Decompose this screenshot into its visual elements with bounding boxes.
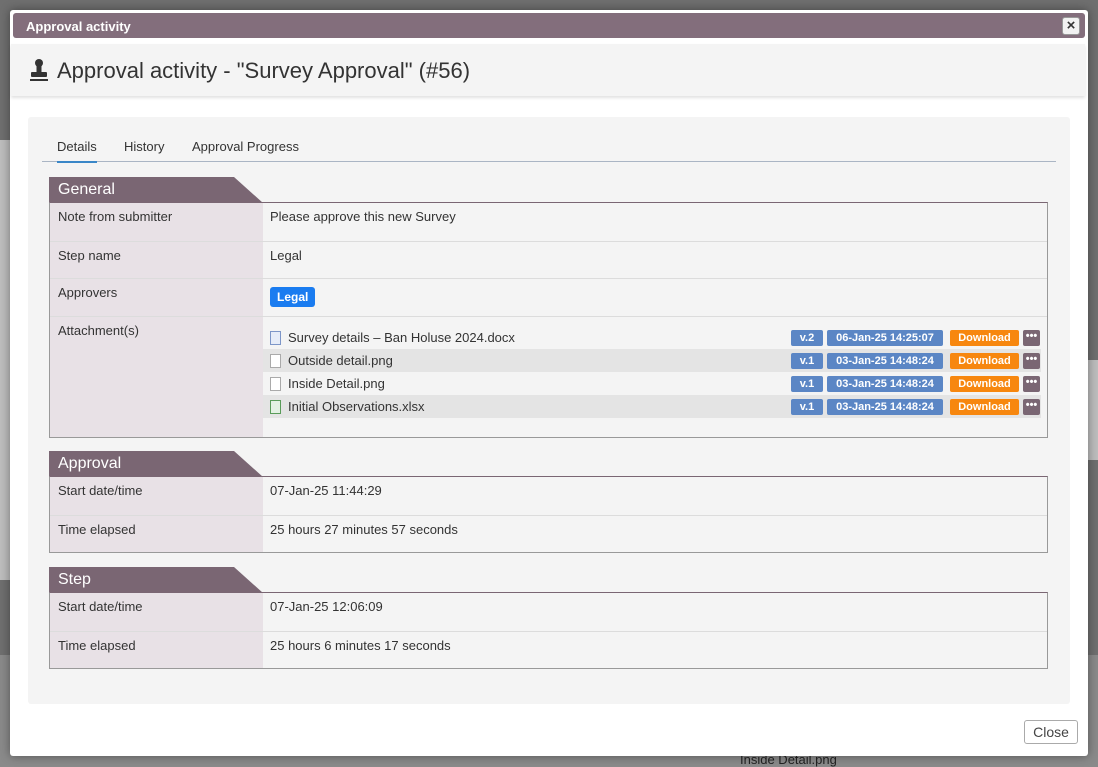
step-elapsed-value: 25 hours 6 minutes 17 seconds [263, 632, 1047, 668]
table-row: Note from submitter Please approve this … [50, 203, 1047, 241]
background-strip [0, 140, 10, 580]
approvers-label: Approvers [50, 279, 263, 316]
page-title: Approval activity - "Survey Approval" (#… [57, 58, 471, 83]
table-row: Attachment(s) Survey details – Ban Holus… [50, 316, 1047, 437]
table-row: Time elapsed 25 hours 27 minutes 57 seco… [50, 515, 1047, 552]
stamp-icon [30, 59, 48, 81]
step-start-label: Start date/time [50, 593, 263, 631]
note-value: Please approve this new Survey [263, 203, 1047, 241]
date-badge: 06-Jan-25 14:25:07 [827, 330, 943, 346]
dialog-title: Approval activity [26, 19, 131, 34]
note-label: Note from submitter [50, 203, 263, 241]
attachment-row: Outside detail.png v.1 03-Jan-25 14:48:2… [263, 349, 1041, 372]
approval-start-label: Start date/time [50, 477, 263, 515]
table-row: Step name Legal [50, 241, 1047, 278]
attachment-name[interactable]: Outside detail.png [288, 353, 393, 368]
attachment-name[interactable]: Inside Detail.png [288, 376, 385, 391]
content-panel: Details History Approval Progress Genera… [28, 117, 1070, 704]
download-button[interactable]: Download [950, 376, 1019, 392]
step-table: Start date/time 07-Jan-25 12:06:09 Time … [49, 592, 1048, 669]
approvers-value: Legal [263, 279, 1047, 316]
download-button[interactable]: Download [950, 330, 1019, 346]
step-start-value: 07-Jan-25 12:06:09 [263, 593, 1047, 631]
approval-table: Start date/time 07-Jan-25 11:44:29 Time … [49, 476, 1048, 553]
table-row: Start date/time 07-Jan-25 11:44:29 [50, 477, 1047, 515]
close-button[interactable]: Close [1024, 720, 1078, 744]
version-badge: v.1 [791, 376, 823, 392]
general-section-title: General [58, 181, 115, 198]
date-badge: 03-Jan-25 14:48:24 [827, 376, 943, 392]
image-file-icon [270, 354, 281, 368]
approver-badge[interactable]: Legal [270, 287, 316, 307]
tab-approval-progress[interactable]: Approval Progress [192, 139, 299, 154]
approval-section-title: Approval [58, 455, 122, 472]
approval-section-header: Approval [49, 451, 263, 477]
table-row: Start date/time 07-Jan-25 12:06:09 [50, 593, 1047, 631]
tab-bar: Details History Approval Progress [42, 133, 1056, 163]
attachment-row: Inside Detail.png v.1 03-Jan-25 14:48:24… [263, 372, 1041, 395]
download-button[interactable]: Download [950, 399, 1019, 415]
header-panel: Approval activity - "Survey Approval" (#… [11, 44, 1085, 96]
step-section-header: Step [49, 567, 263, 593]
table-row: Approvers Legal [50, 278, 1047, 316]
attachment-name[interactable]: Survey details – Ban Holuse 2024.docx [288, 330, 515, 345]
table-row: Time elapsed 25 hours 6 minutes 17 secon… [50, 631, 1047, 668]
approval-elapsed-label: Time elapsed [50, 516, 263, 552]
more-options-button[interactable]: ••• [1023, 376, 1040, 392]
attachment-list: Survey details – Ban Holuse 2024.docx v.… [263, 317, 1047, 426]
more-options-button[interactable]: ••• [1023, 353, 1040, 369]
tab-history[interactable]: History [124, 139, 164, 154]
approval-activity-dialog: Approval activity × Approval activity - … [10, 10, 1088, 756]
more-options-button[interactable]: ••• [1023, 330, 1040, 346]
tab-details[interactable]: Details [57, 139, 97, 163]
image-file-icon [270, 377, 281, 391]
close-icon[interactable]: × [1062, 17, 1080, 35]
attachment-row: Survey details – Ban Holuse 2024.docx v.… [263, 326, 1041, 349]
version-badge: v.1 [791, 399, 823, 415]
attachment-name[interactable]: Initial Observations.xlsx [288, 399, 425, 414]
attachment-row: Initial Observations.xlsx v.1 03-Jan-25 … [263, 395, 1041, 418]
attachments-value: Survey details – Ban Holuse 2024.docx v.… [263, 317, 1047, 437]
general-table: Note from submitter Please approve this … [49, 202, 1048, 438]
download-button[interactable]: Download [950, 353, 1019, 369]
more-options-button[interactable]: ••• [1023, 399, 1040, 415]
step-name-value: Legal [263, 242, 1047, 278]
word-file-icon [270, 331, 281, 345]
approval-start-value: 07-Jan-25 11:44:29 [263, 477, 1047, 515]
version-badge: v.1 [791, 353, 823, 369]
step-section-title: Step [58, 571, 91, 588]
date-badge: 03-Jan-25 14:48:24 [827, 399, 943, 415]
general-section-header: General [49, 177, 263, 203]
step-elapsed-label: Time elapsed [50, 632, 263, 668]
date-badge: 03-Jan-25 14:48:24 [827, 353, 943, 369]
step-name-label: Step name [50, 242, 263, 278]
excel-file-icon [270, 400, 281, 414]
approval-elapsed-value: 25 hours 27 minutes 57 seconds [263, 516, 1047, 552]
version-badge: v.2 [791, 330, 823, 346]
dialog-titlebar[interactable]: Approval activity × [13, 13, 1085, 38]
attachments-label: Attachment(s) [50, 317, 263, 437]
